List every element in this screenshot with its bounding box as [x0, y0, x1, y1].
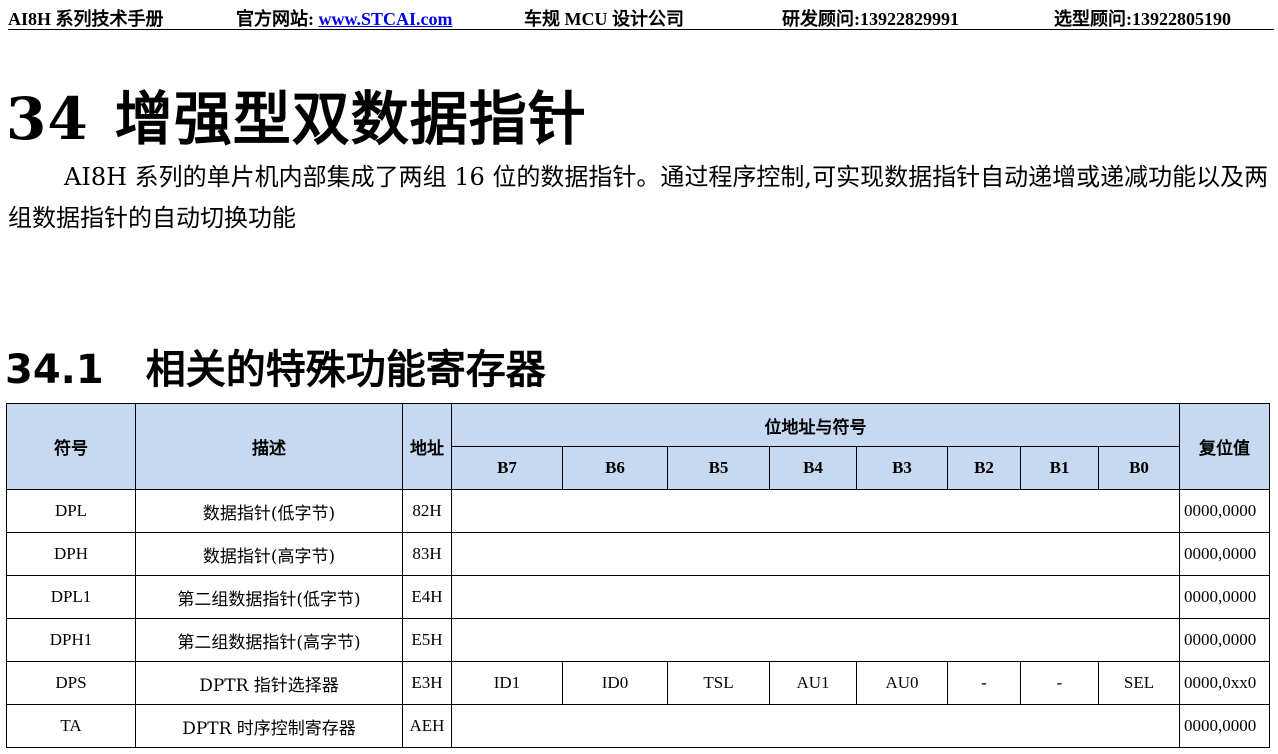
- manual-title: AI8H 系列技术手册: [8, 9, 164, 29]
- website-info: 官方网站: www.STCAI.com: [236, 5, 453, 31]
- chapter-heading: 34 增强型双数据指针: [6, 72, 587, 156]
- table-row: DPL1 第二组数据指针(低字节) E4H 0000,0000: [6, 575, 1270, 619]
- page-header: AI8H 系列技术手册 官方网站: www.STCAI.com 车规 MCU 设…: [8, 3, 1274, 30]
- cell-description: DPTR 指针选择器: [135, 661, 403, 705]
- cell-bit: ID0: [562, 661, 668, 705]
- col-header-address: 地址: [402, 403, 452, 490]
- cell-bit: -: [1020, 661, 1099, 705]
- rd-contact: 研发顾问:13922829991: [782, 9, 959, 29]
- table-row: DPS DPTR 指针选择器 E3H ID1 ID0 TSL AU1 AU0 -…: [6, 661, 1270, 705]
- section-number: 34.1: [5, 347, 104, 393]
- cell-symbol: DPS: [6, 661, 136, 705]
- col-header-bit: B0: [1098, 446, 1180, 490]
- cell-reset: 0000,0000: [1179, 618, 1270, 662]
- col-header-symbol: 符号: [6, 403, 136, 490]
- table-row: TA DPTR 时序控制寄存器 AEH 0000,0000: [6, 704, 1270, 748]
- section-title: 相关的特殊功能寄存器: [145, 347, 546, 393]
- cell-address: E3H: [402, 661, 452, 705]
- col-header-bit: B1: [1020, 446, 1099, 490]
- cell-address: E5H: [402, 618, 452, 662]
- website-link[interactable]: www.STCAI.com: [319, 9, 453, 29]
- section-heading: 34.1 相关的特殊功能寄存器: [5, 337, 546, 395]
- cell-bits-empty: [451, 489, 1180, 533]
- cell-bits-empty: [451, 532, 1180, 576]
- cell-description: 第二组数据指针(高字节): [135, 618, 403, 662]
- cell-symbol: DPH: [6, 532, 136, 576]
- cell-symbol: DPL: [6, 489, 136, 533]
- cell-address: 82H: [402, 489, 452, 533]
- cell-description: 数据指针(高字节): [135, 532, 403, 576]
- chapter-title: 增强型双数据指针: [114, 85, 587, 153]
- cell-bits-empty: [451, 618, 1180, 662]
- cell-bit: AU1: [769, 661, 857, 705]
- cell-description: DPTR 时序控制寄存器: [135, 704, 403, 748]
- chapter-number: 34: [6, 85, 89, 153]
- cell-description: 第二组数据指针(低字节): [135, 575, 403, 619]
- table-row: DPH1 第二组数据指针(高字节) E5H 0000,0000: [6, 618, 1270, 662]
- cell-symbol: DPL1: [6, 575, 136, 619]
- sfr-table: 符号 描述 地址 位地址与符号 复位值 B7 B6 B5 B4 B3 B2 B1…: [6, 403, 1270, 748]
- col-header-bit-group: 位地址与符号: [451, 403, 1180, 447]
- cell-reset: 0000,0000: [1179, 575, 1270, 619]
- cell-reset: 0000,0xx0: [1179, 661, 1270, 705]
- cell-bit: -: [947, 661, 1021, 705]
- cell-address: E4H: [402, 575, 452, 619]
- col-header-bit: B7: [451, 446, 563, 490]
- table-row: DPH 数据指针(高字节) 83H 0000,0000: [6, 532, 1270, 576]
- cell-description: 数据指针(低字节): [135, 489, 403, 533]
- cell-bits-empty: [451, 704, 1180, 748]
- col-header-bit: B5: [667, 446, 770, 490]
- col-header-bit: B4: [769, 446, 857, 490]
- col-header-bit: B3: [856, 446, 948, 490]
- intro-paragraph: AI8H 系列的单片机内部集成了两组 16 位的数据指针。通过程序控制,可实现数…: [8, 157, 1272, 239]
- col-header-bit: B2: [947, 446, 1021, 490]
- company-slogan: 车规 MCU 设计公司: [524, 9, 684, 29]
- cell-address: 83H: [402, 532, 452, 576]
- cell-bit: SEL: [1098, 661, 1180, 705]
- sales-contact: 选型顾问:13922805190: [1054, 9, 1231, 29]
- website-label: 官方网站:: [236, 9, 314, 29]
- col-header-reset: 复位值: [1179, 403, 1270, 490]
- cell-bit: ID1: [451, 661, 563, 705]
- cell-reset: 0000,0000: [1179, 532, 1270, 576]
- cell-symbol: TA: [6, 704, 136, 748]
- col-header-bit: B6: [562, 446, 668, 490]
- cell-reset: 0000,0000: [1179, 489, 1270, 533]
- table-row: DPL 数据指针(低字节) 82H 0000,0000: [6, 489, 1270, 533]
- cell-bit: AU0: [856, 661, 948, 705]
- cell-bit: TSL: [667, 661, 770, 705]
- cell-reset: 0000,0000: [1179, 704, 1270, 748]
- cell-bits-empty: [451, 575, 1180, 619]
- col-header-description: 描述: [135, 403, 403, 490]
- cell-symbol: DPH1: [6, 618, 136, 662]
- intro-text: AI8H 系列的单片机内部集成了两组 16 位的数据指针。通过程序控制,可实现数…: [8, 163, 1269, 232]
- cell-address: AEH: [402, 704, 452, 748]
